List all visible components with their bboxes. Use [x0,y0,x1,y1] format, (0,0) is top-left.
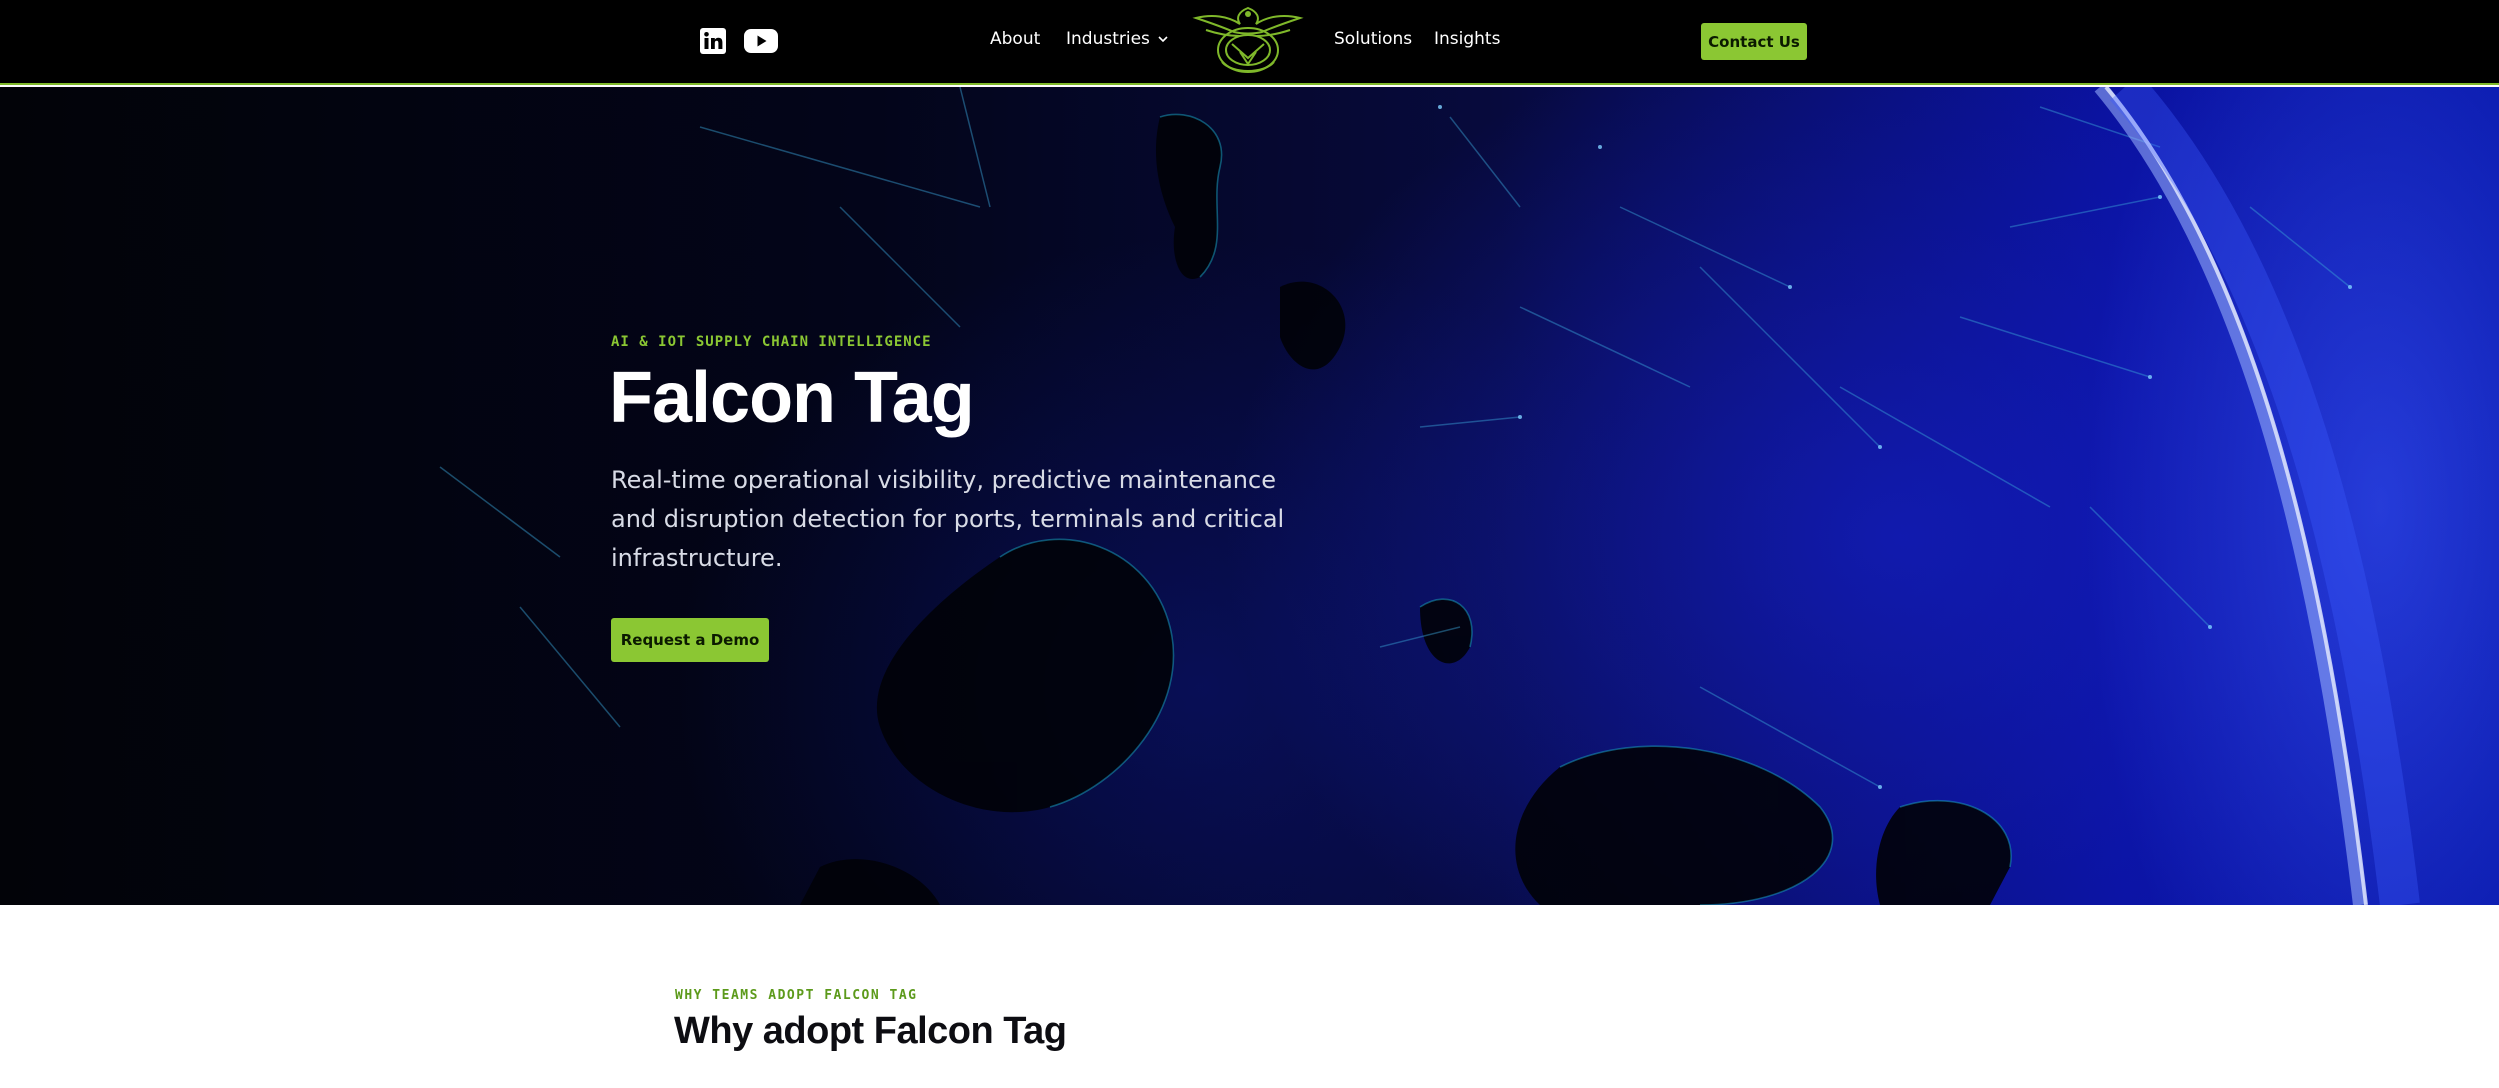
hero-description: Real-time operational visibility, predic… [611,466,1285,572]
chevron-down-icon [1158,36,1168,43]
hero-section: AI & IOT SUPPLY CHAIN INTELLIGENCE Falco… [0,87,2499,905]
hero-title: Falcon Tag [609,358,975,438]
linkedin-icon[interactable] [700,28,726,59]
why-title: Why adopt Falcon Tag [674,1010,1067,1052]
nav-industries[interactable]: Industries [1066,29,1168,49]
nav-industries-label: Industries [1066,29,1150,49]
social-links [700,28,778,59]
why-eyebrow: WHY TEAMS ADOPT FALCON TAG [675,988,918,1003]
request-demo-button[interactable]: Request a Demo [611,618,769,662]
nav-solutions[interactable]: Solutions [1334,29,1412,49]
falcon-logo[interactable] [1192,4,1304,80]
youtube-icon[interactable] [744,28,778,59]
contact-us-button[interactable]: Contact Us [1701,23,1807,60]
nav-about[interactable]: About [990,29,1040,49]
nav-insights[interactable]: Insights [1434,29,1500,49]
site-header: About Industries Solutions Insights Cont… [0,0,2499,85]
hero-eyebrow: AI & IOT SUPPLY CHAIN INTELLIGENCE [611,334,932,350]
